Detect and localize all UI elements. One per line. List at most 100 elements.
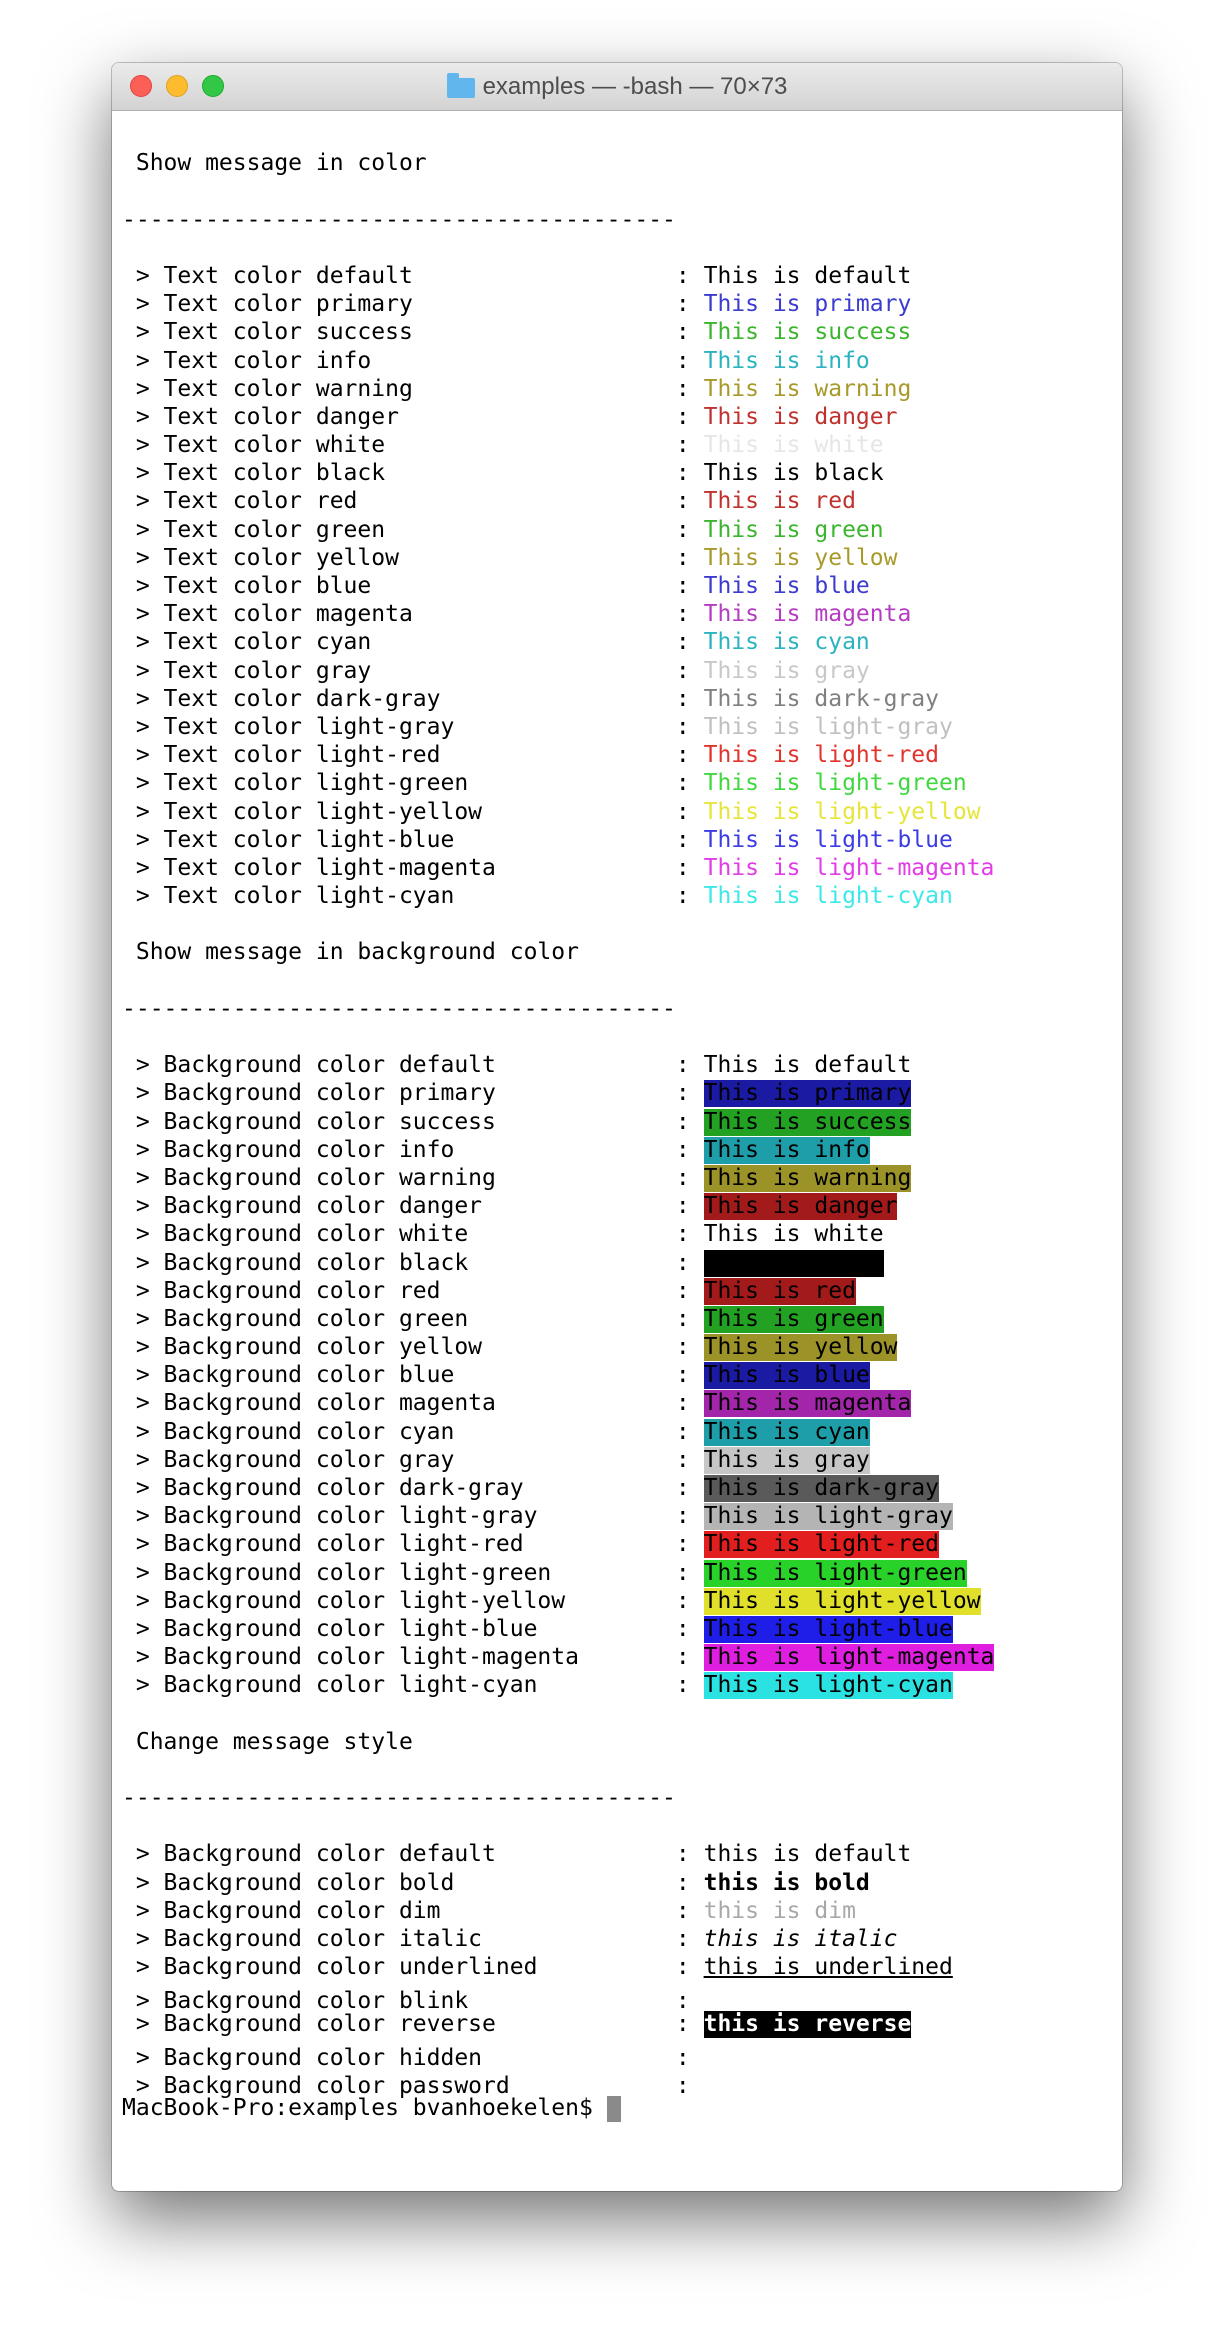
row-value: This is warning: [703, 375, 912, 402]
row-label: > Text color light-blue :: [122, 826, 704, 853]
section-heading: Change message style: [122, 1728, 1112, 1756]
row-label: > Background color light-blue :: [122, 1615, 704, 1642]
output-row: > Background color danger : This is dang…: [122, 1192, 1112, 1221]
row-label: > Background color bold :: [122, 1869, 704, 1896]
separator-text: ----------------------------------------: [122, 995, 676, 1022]
row-label: > Background color default :: [122, 1052, 704, 1079]
output-row: > Text color white : This is white: [122, 431, 1112, 459]
output-row: > Background color light-magenta : This …: [122, 1643, 1112, 1672]
row-value: this is reverse: [703, 2010, 912, 2038]
row-value: this is dim: [703, 1897, 856, 1924]
output-row: > Background color magenta : This is mag…: [122, 1389, 1112, 1418]
row-label: > Text color magenta :: [122, 601, 704, 628]
output-row: > Background color warning : This is war…: [122, 1164, 1112, 1192]
row-value: This is light-red: [703, 1531, 939, 1559]
row-label: > Text color primary :: [122, 291, 704, 318]
output-row: > Text color light-red : This is light-r…: [122, 741, 1112, 769]
output-row: > Background color dark-gray : This is d…: [122, 1474, 1112, 1502]
row-label: > Background color light-yellow :: [122, 1587, 704, 1614]
row-value: this is italic: [703, 1926, 898, 1952]
section-heading: Show message in color: [122, 149, 1112, 177]
row-value: This is light-yellow: [703, 1587, 981, 1615]
output-row: > Text color red : This is red: [122, 487, 1112, 515]
output-row: > Text color light-blue : This is light-…: [122, 826, 1112, 854]
row-label: > Background color light-cyan :: [122, 1672, 704, 1699]
row-label: > Background color underlined :: [122, 1954, 704, 1981]
output-row: > Text color light-gray : This is light-…: [122, 713, 1112, 741]
row-value: This is success: [703, 319, 912, 346]
row-label: > Background color dim :: [122, 1897, 704, 1924]
row-label: > Background color reverse :: [122, 2010, 704, 2037]
row-value: this is bold: [703, 1869, 870, 1896]
row-value: This is info: [703, 1136, 870, 1164]
output-row: > Background color light-red : This is l…: [122, 1530, 1112, 1559]
output-row: > Text color dark-gray : This is dark-gr…: [122, 685, 1112, 713]
row-label: > Background color light-red :: [122, 1531, 704, 1558]
row-label: > Text color default :: [122, 262, 704, 289]
output-row: > Text color primary : This is primary: [122, 290, 1112, 318]
row-label: > Text color light-gray :: [122, 713, 704, 740]
row-value: This is light-cyan: [703, 883, 953, 910]
row-value: This is success: [703, 1108, 912, 1136]
row-label: > Text color white :: [122, 432, 704, 459]
row-value: This is light-green: [703, 1559, 967, 1587]
row-label: > Text color red :: [122, 488, 704, 515]
output-row: > Background color black : This is black: [122, 1249, 1112, 1277]
section-separator: ----------------------------------------: [122, 995, 1112, 1023]
output-row: > Text color gray : This is gray: [122, 657, 1112, 685]
row-value: This is gray: [703, 657, 870, 684]
row-value: This is black: [703, 1249, 884, 1277]
output-row: > Background color green : This is green: [122, 1305, 1112, 1333]
section-separator: ----------------------------------------: [122, 206, 1112, 234]
row-label: > Text color light-cyan :: [122, 883, 704, 910]
row-label: > Background color italic :: [122, 1926, 704, 1952]
row-value: This is danger: [703, 1193, 898, 1221]
output-row: > Text color black : This is black: [122, 459, 1112, 487]
title-bar: examples — -bash — 70×73: [112, 63, 1122, 111]
output-row: > Background color reverse : this is rev…: [122, 2010, 1112, 2038]
terminal-output[interactable]: Show message in color -------------------…: [122, 121, 1112, 2191]
row-value: This is danger: [703, 403, 898, 430]
output-row: > Background color underlined : this is …: [122, 1953, 1112, 1981]
output-row: > Background color light-blue : This is …: [122, 1615, 1112, 1643]
row-value: This is primary: [703, 291, 912, 318]
row-value: This is light-blue: [703, 1615, 953, 1643]
row-value: This is light-red: [703, 742, 939, 769]
row-value: This is blue: [703, 1362, 870, 1390]
output-row: > Background color bold : this is bold: [122, 1869, 1112, 1897]
output-row: > Background color password :: [122, 2066, 1112, 2099]
output-row: > Background color light-cyan : This is …: [122, 1671, 1112, 1700]
output-row: > Background color light-yellow : This i…: [122, 1587, 1112, 1615]
row-value: This is default: [703, 1052, 912, 1079]
row-value: This is dark-gray: [703, 1475, 939, 1502]
row-label: > Background color light-gray :: [122, 1503, 704, 1530]
separator-text: ----------------------------------------: [122, 1785, 676, 1812]
row-value: This is green: [703, 516, 884, 543]
row-label: > Background color dark-gray :: [122, 1475, 704, 1501]
row-label: > Text color black :: [122, 460, 704, 487]
section-heading-text: Show message in background color: [122, 939, 579, 966]
output-row: > Background color default : this is def…: [122, 1840, 1112, 1868]
row-value: This is magenta: [703, 1390, 912, 1418]
output-row: > Text color light-green : This is light…: [122, 769, 1112, 797]
cursor-block: [606, 2095, 621, 2122]
row-value: This is dark-gray: [703, 685, 939, 712]
prompt-text: MacBook-Pro:examples bvanhoekelen$: [122, 2095, 607, 2122]
output-row: > Text color light-magenta : This is lig…: [122, 854, 1112, 882]
row-value: This is light-magenta: [703, 1644, 995, 1672]
row-value: This is light-blue: [703, 826, 953, 853]
output-row: > Text color light-yellow : This is ligh…: [122, 798, 1112, 826]
row-label: > Background color blue :: [122, 1362, 704, 1389]
output-row: > Background color dim : this is dim: [122, 1897, 1112, 1925]
output-row: > Background color light-gray : This is …: [122, 1502, 1112, 1531]
row-label: > Background color warning :: [122, 1164, 704, 1191]
output-row: > Background color italic : this is ital…: [122, 1925, 1112, 1953]
